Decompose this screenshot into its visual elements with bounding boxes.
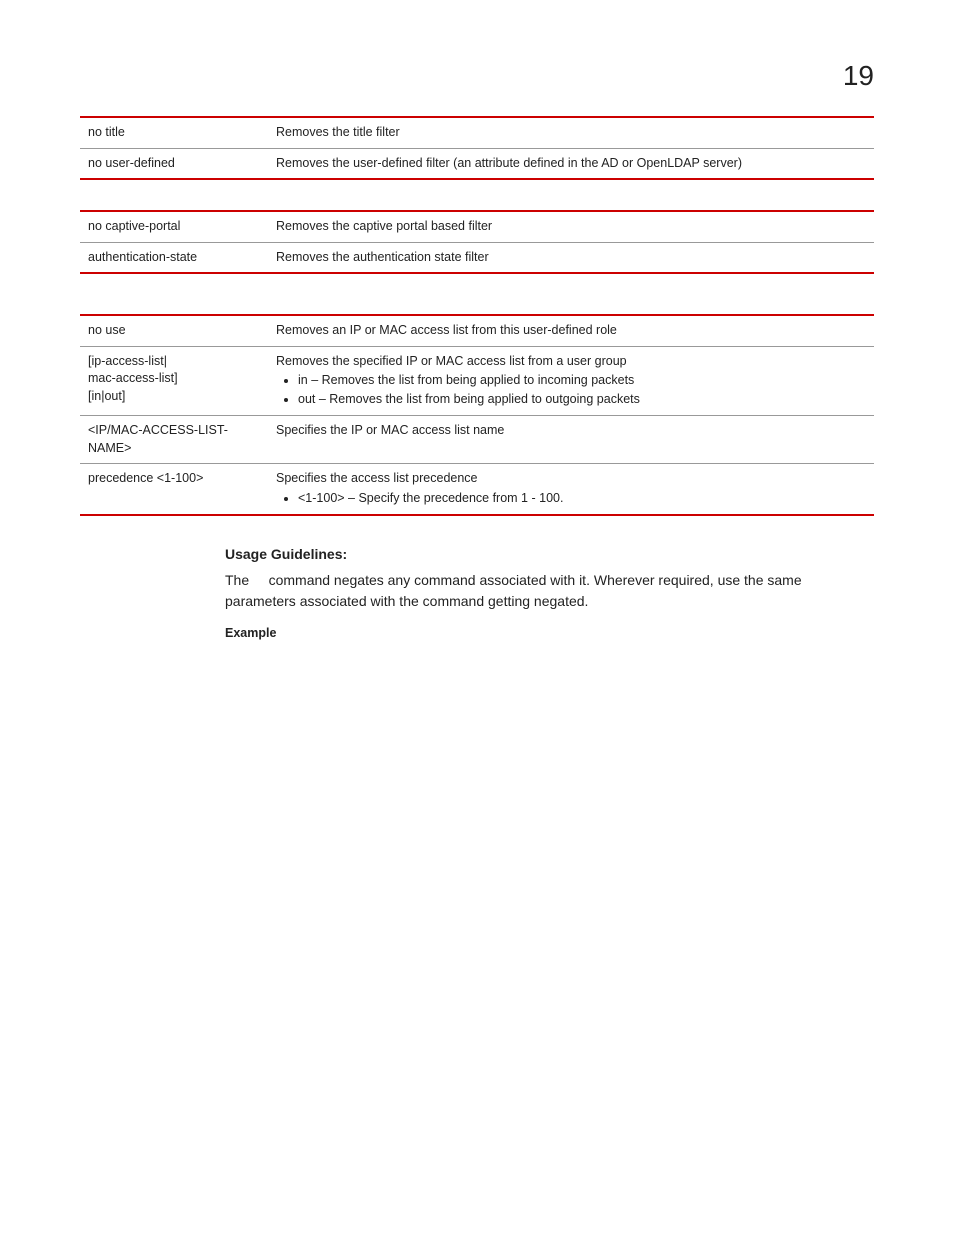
usage-heading: Usage Guidelines: [225,546,874,562]
cell-intro: Removes the specified IP or MAC access l… [276,354,627,368]
cell-command: precedence <1-100> [80,464,268,516]
cell-command: no user-defined [80,148,268,179]
example-heading: Example [225,626,874,640]
cell-command: [ip-access-list| mac-access-list] [in|ou… [80,346,268,416]
table-row: authentication-state Removes the authent… [80,242,874,273]
cell-description: Removes an IP or MAC access list from th… [268,315,874,346]
cell-line: [ip-access-list| [88,354,167,368]
table-row: precedence <1-100> Specifies the access … [80,464,874,516]
table-row: no captive-portal Removes the captive po… [80,211,874,242]
cell-description: Removes the authentication state filter [268,242,874,273]
bullet-list: <1-100> – Specify the precedence from 1 … [298,490,866,508]
cell-command: <IP/MAC-ACCESS-LIST-NAME> [80,416,268,464]
table-filter-2: no captive-portal Removes the captive po… [80,210,874,274]
table-row: no user-defined Removes the user-defined… [80,148,874,179]
cell-description: Removes the specified IP or MAC access l… [268,346,874,416]
usage-body-post: command negates any command associated w… [225,572,802,609]
cell-description: Removes the user-defined filter (an attr… [268,148,874,179]
table-row: <IP/MAC-ACCESS-LIST-NAME> Specifies the … [80,416,874,464]
table-access-list: no use Removes an IP or MAC access list … [80,314,874,516]
bullet-item: out – Removes the list from being applie… [298,391,866,409]
usage-body-pre: The [225,572,253,588]
cell-description: Removes the title filter [268,117,874,148]
bullet-item: <1-100> – Specify the precedence from 1 … [298,490,866,508]
cell-description: Removes the captive portal based filter [268,211,874,242]
table-row: no title Removes the title filter [80,117,874,148]
usage-section: Usage Guidelines: The command negates an… [225,546,874,640]
table-row: no use Removes an IP or MAC access list … [80,315,874,346]
cell-intro: Specifies the access list precedence [276,471,478,485]
cell-description: Specifies the access list precedence <1-… [268,464,874,516]
bullet-list: in – Removes the list from being applied… [298,372,866,408]
usage-body: The command negates any command associat… [225,570,874,612]
cell-description: Specifies the IP or MAC access list name [268,416,874,464]
table-row: [ip-access-list| mac-access-list] [in|ou… [80,346,874,416]
cell-line: [in|out] [88,389,125,403]
page-number: 19 [80,60,874,92]
cell-command: no title [80,117,268,148]
cell-command: no use [80,315,268,346]
cell-command: no captive-portal [80,211,268,242]
cell-command: authentication-state [80,242,268,273]
bullet-item: in – Removes the list from being applied… [298,372,866,390]
table-filter-1: no title Removes the title filter no use… [80,116,874,180]
cell-line: mac-access-list] [88,371,178,385]
